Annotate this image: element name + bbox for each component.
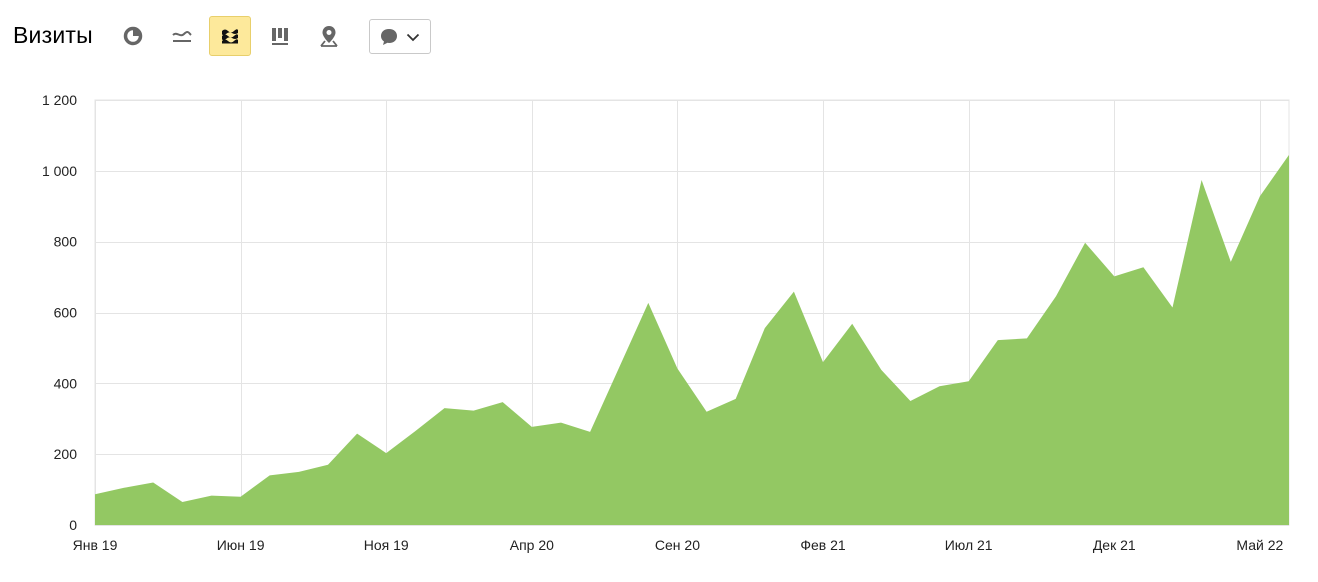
data-point <box>150 480 156 486</box>
data-point <box>849 321 855 327</box>
data-point <box>820 359 826 365</box>
data-point <box>791 289 797 295</box>
data-point <box>1082 240 1088 246</box>
data-point <box>616 364 622 370</box>
data-point <box>1111 273 1117 279</box>
data-point <box>1024 335 1030 341</box>
area-chart-icon <box>222 29 238 44</box>
data-point <box>412 428 418 434</box>
bar-chart-button[interactable] <box>259 16 301 56</box>
x-tick-label: Июл 21 <box>945 537 993 553</box>
y-tick-label: 0 <box>69 517 77 533</box>
data-point <box>966 378 972 384</box>
x-axis-ticks: Янв 19 Июн 19 Ноя 19 Апр 20 Сен 20 Фев 21 Июл … <box>73 537 1284 553</box>
data-point <box>500 399 506 405</box>
annotations-dropdown[interactable] <box>369 19 431 54</box>
data-point <box>1257 193 1263 199</box>
data-point <box>937 383 943 389</box>
y-tick-label: 1 000 <box>42 163 77 179</box>
map-icon <box>320 26 338 47</box>
data-point <box>92 491 98 497</box>
data-point <box>1170 305 1176 311</box>
x-tick-label: Май 22 <box>1236 537 1283 553</box>
area-chart-button[interactable] <box>209 16 251 56</box>
data-point <box>383 450 389 456</box>
line-chart-button[interactable] <box>161 16 203 56</box>
data-point <box>558 420 564 426</box>
data-point <box>1053 293 1059 299</box>
pie-chart-icon <box>123 26 143 46</box>
chart-toolbar: Визиты <box>0 0 1318 72</box>
data-point <box>645 300 651 306</box>
y-tick-label: 800 <box>54 234 78 250</box>
chart-series <box>92 152 1292 525</box>
chevron-down-icon <box>406 33 420 41</box>
data-point <box>121 485 127 491</box>
comment-icon <box>381 28 397 45</box>
data-point <box>354 431 360 437</box>
data-point <box>674 366 680 372</box>
data-point <box>325 462 331 468</box>
data-point <box>179 499 185 505</box>
x-tick-label: Сен 20 <box>655 537 700 553</box>
visits-area-chart: 0 200 400 600 800 1 000 1 200 Янв 19 Июн 19 Ноя … <box>42 92 1292 553</box>
data-point <box>762 325 768 331</box>
pie-chart-button[interactable] <box>112 16 154 56</box>
x-tick-label: Янв 19 <box>73 537 118 553</box>
data-point <box>471 408 477 414</box>
x-tick-label: Дек 21 <box>1093 537 1136 553</box>
y-axis-ticks: 0 200 400 600 800 1 000 1 200 <box>42 92 77 533</box>
data-point <box>296 469 302 475</box>
bar-chart-icon <box>272 28 288 45</box>
page-title: Визиты <box>13 22 93 48</box>
line-chart-icon <box>172 31 192 42</box>
data-point <box>1286 152 1292 158</box>
y-tick-label: 400 <box>54 375 78 391</box>
data-point <box>442 405 448 411</box>
y-tick-label: 200 <box>54 446 78 462</box>
x-tick-label: Апр 20 <box>510 537 554 553</box>
map-button[interactable] <box>308 16 350 56</box>
x-tick-label: Июн 19 <box>217 537 265 553</box>
data-point <box>267 472 273 478</box>
data-point <box>1140 264 1146 270</box>
data-point <box>1228 259 1234 265</box>
data-point <box>529 424 535 430</box>
visits-area <box>95 154 1289 525</box>
data-point <box>907 398 913 404</box>
data-point <box>878 367 884 373</box>
data-point <box>995 337 1001 343</box>
y-tick-label: 600 <box>54 305 78 321</box>
data-point <box>1199 177 1205 183</box>
x-tick-label: Фев 21 <box>800 537 846 553</box>
data-point <box>238 494 244 500</box>
data-point <box>704 409 710 415</box>
data-point <box>209 493 215 499</box>
y-tick-label: 1 200 <box>42 92 77 108</box>
data-point <box>733 396 739 402</box>
x-tick-label: Ноя 19 <box>364 537 409 553</box>
data-point <box>587 429 593 435</box>
